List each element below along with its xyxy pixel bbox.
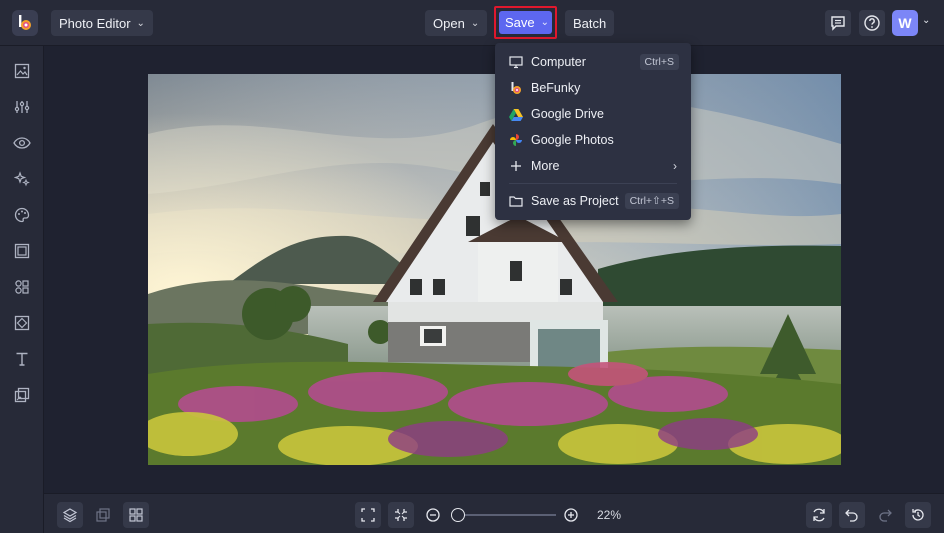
- frame-icon[interactable]: [11, 240, 33, 262]
- redo-icon: [879, 509, 892, 522]
- compare-button[interactable]: [90, 502, 116, 528]
- save-to-google-photos-item[interactable]: Google Photos: [495, 127, 691, 153]
- monitor-icon: [509, 55, 523, 69]
- save-to-befunky-item[interactable]: BeFunky: [495, 75, 691, 101]
- top-toolbar: Photo Editor ⌄ Open ⌄ Save ⌄ Batch W ⌄: [0, 0, 944, 46]
- open-button[interactable]: Open ⌄: [425, 10, 488, 36]
- text-icon[interactable]: [11, 348, 33, 370]
- chevron-down-icon[interactable]: ⌄: [922, 15, 930, 26]
- eye-icon[interactable]: [11, 132, 33, 154]
- zoom-in-button[interactable]: [558, 502, 584, 528]
- actual-size-button[interactable]: [388, 502, 414, 528]
- befunky-logo[interactable]: [12, 10, 38, 36]
- batch-button[interactable]: Batch: [565, 10, 615, 36]
- layers-button[interactable]: [57, 502, 83, 528]
- save-as-project-item[interactable]: Save as Project Ctrl+⇧+S: [495, 188, 691, 214]
- redo-button[interactable]: [872, 502, 898, 528]
- history-icon: [912, 509, 924, 521]
- refresh-icon: [813, 508, 825, 522]
- graphics-icon[interactable]: [11, 384, 33, 406]
- collapse-icon: [395, 509, 407, 521]
- avatar-initial: W: [898, 15, 912, 31]
- menu-item-label: Google Drive: [531, 107, 604, 121]
- layers-icon: [62, 508, 78, 523]
- save-to-google-drive-item[interactable]: Google Drive: [495, 101, 691, 127]
- image-icon[interactable]: [11, 60, 33, 82]
- chevron-down-icon: ⌄: [540, 17, 550, 28]
- app-menu-button[interactable]: Photo Editor ⌄: [51, 10, 153, 36]
- befunky-logo-icon: [19, 15, 31, 30]
- menu-item-label: Save as Project: [531, 194, 619, 208]
- sparkle-icon[interactable]: [11, 168, 33, 190]
- menu-item-label: More: [531, 159, 560, 173]
- save-to-computer-item[interactable]: Computer Ctrl+S: [495, 49, 691, 75]
- batch-label: Batch: [573, 15, 607, 31]
- chevron-right-icon: ›: [673, 159, 677, 173]
- menu-divider: [509, 183, 677, 184]
- left-tool-sidebar: [0, 46, 44, 533]
- expand-icon: [361, 508, 375, 522]
- befunky-logo-icon: [509, 81, 523, 95]
- shortcut-badge: Ctrl+⇧+S: [624, 193, 679, 209]
- shapes-icon[interactable]: [11, 276, 33, 298]
- app-menu-label: Photo Editor: [59, 15, 131, 31]
- grid-icon: [129, 508, 143, 522]
- grid-button[interactable]: [123, 502, 149, 528]
- shortcut-badge: Ctrl+S: [639, 54, 679, 70]
- open-label: Open: [433, 15, 465, 31]
- minus-circle-icon: [426, 508, 440, 522]
- bottom-toolbar: 22%: [44, 493, 944, 533]
- sliders-icon[interactable]: [11, 96, 33, 118]
- plus-circle-icon: [564, 508, 578, 522]
- menu-item-label: Google Photos: [531, 133, 614, 147]
- zoom-slider-thumb[interactable]: [451, 508, 465, 522]
- fit-to-screen-button[interactable]: [355, 502, 381, 528]
- texture-icon[interactable]: [11, 312, 33, 334]
- palette-icon[interactable]: [11, 204, 33, 226]
- undo-icon: [845, 509, 858, 522]
- menu-item-label: Computer: [531, 55, 586, 69]
- save-label: Save: [505, 15, 535, 30]
- save-highlight-box: Save ⌄: [494, 6, 557, 39]
- chevron-down-icon: ⌄: [136, 17, 145, 29]
- history-button[interactable]: [905, 502, 931, 528]
- compare-icon: [96, 508, 110, 522]
- comments-button[interactable]: [825, 10, 851, 36]
- zoom-out-button[interactable]: [420, 502, 446, 528]
- user-avatar[interactable]: W: [892, 10, 918, 36]
- reset-button[interactable]: [806, 502, 832, 528]
- folder-icon: [509, 194, 523, 208]
- zoom-slider-track[interactable]: [452, 514, 556, 516]
- menu-item-label: BeFunky: [531, 81, 581, 95]
- google-photos-icon: [509, 133, 523, 147]
- save-dropdown-menu: Computer Ctrl+S BeFunky Google Drive Goo…: [495, 43, 691, 220]
- save-more-item[interactable]: More ›: [495, 153, 691, 179]
- google-drive-icon: [509, 107, 523, 121]
- comment-icon: [831, 16, 845, 31]
- help-icon: [864, 15, 880, 31]
- undo-button[interactable]: [839, 502, 865, 528]
- zoom-level: 22%: [597, 508, 622, 522]
- plus-icon: [509, 159, 523, 173]
- save-button[interactable]: Save ⌄: [499, 11, 552, 34]
- chevron-down-icon: ⌄: [470, 17, 480, 29]
- help-button[interactable]: [859, 10, 885, 36]
